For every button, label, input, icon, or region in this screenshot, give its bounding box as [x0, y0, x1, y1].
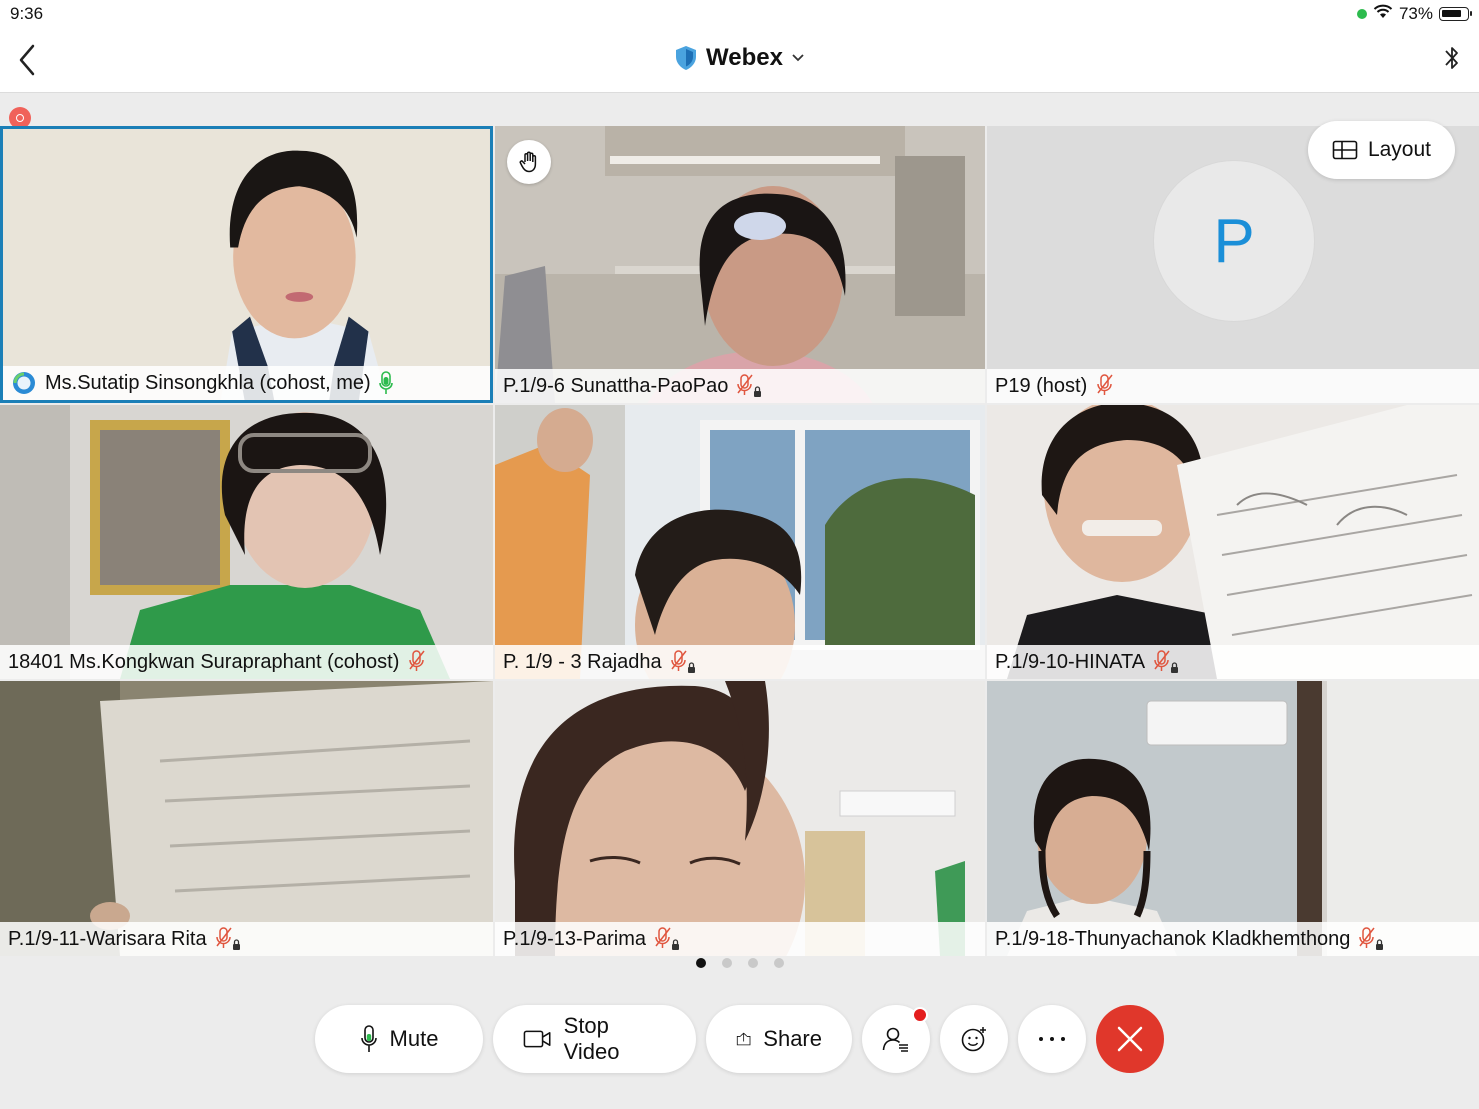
smiley-add-icon — [961, 1027, 986, 1052]
participant-video — [0, 681, 493, 956]
video-camera-icon — [523, 1030, 551, 1048]
participant-label: Ms.Sutatip Sinsongkhla (cohost, me) — [3, 366, 490, 400]
participant-name: P.1/9-13-Parima — [503, 927, 647, 950]
page-indicator[interactable] — [0, 958, 1479, 968]
participant-video — [3, 129, 490, 400]
clock: 9:36 — [10, 4, 44, 23]
participant-name: P.1/9-10-HINATA — [995, 650, 1146, 673]
microphone-muted-locked-icon — [736, 373, 762, 399]
share-button[interactable]: Share — [706, 1005, 852, 1073]
close-icon — [1117, 1026, 1143, 1052]
chevron-down-icon — [792, 54, 804, 62]
participants-button[interactable] — [862, 1005, 930, 1073]
grid-layout-icon — [1332, 140, 1358, 160]
video-tile[interactable]: P.1/9-13-Parima — [495, 681, 985, 956]
microphone-muted-locked-icon — [215, 926, 241, 952]
participant-video — [987, 405, 1479, 679]
video-tile-self[interactable]: Ms.Sutatip Sinsongkhla (cohost, me) — [0, 126, 493, 403]
layout-button[interactable]: Layout — [1307, 121, 1455, 179]
participant-label: P. 1/9 - 3 Rajadha — [495, 645, 985, 679]
status-indicators: 73% — [1356, 4, 1472, 24]
page-dot[interactable] — [773, 958, 784, 968]
microphone-muted-locked-icon — [670, 649, 696, 675]
microphone-muted-locked-icon — [654, 926, 680, 952]
participant-label: P19 (host) — [987, 369, 1479, 403]
microphone-icon — [360, 1025, 377, 1052]
participant-label: 18401 Ms.Kongkwan Surapraphant (cohost) — [0, 645, 493, 679]
video-tile[interactable]: P. 1/9 - 3 Rajadha — [495, 405, 985, 679]
stop-video-button[interactable]: Stop Video — [493, 1005, 696, 1073]
status-bar: 9:36 73% — [0, 0, 1479, 28]
bluetooth-icon[interactable] — [1443, 42, 1461, 79]
mute-button[interactable]: Mute — [315, 1005, 483, 1073]
notification-badge — [912, 1007, 928, 1023]
page-dot[interactable] — [721, 958, 732, 968]
participant-name: Ms.Sutatip Sinsongkhla (cohost, me) — [45, 371, 371, 394]
participant-name: P. 1/9 - 3 Rajadha — [503, 650, 662, 673]
microphone-active-icon — [378, 371, 393, 394]
wifi-icon — [1373, 4, 1393, 24]
mic-in-use-indicator — [1356, 9, 1367, 19]
more-ellipsis-icon — [1039, 1037, 1065, 1041]
participant-label: P.1/9-6 Sunattha-PaoPao — [495, 369, 985, 403]
participant-name: P.1/9-11-Warisara Rita — [8, 927, 207, 950]
share-button-label: Share — [763, 1026, 822, 1051]
microphone-muted-locked-icon — [1153, 649, 1179, 675]
shield-icon — [676, 46, 697, 70]
battery-icon — [1439, 7, 1472, 21]
participant-label: P.1/9-10-HINATA — [987, 645, 1479, 679]
video-tile[interactable]: P.1/9-6 Sunattha-PaoPao — [495, 126, 985, 403]
layout-button-label: Layout — [1367, 138, 1431, 161]
participant-video — [987, 681, 1479, 956]
participants-icon — [882, 1027, 908, 1052]
microphone-muted-icon — [1095, 373, 1115, 399]
battery-percent: 73% — [1398, 4, 1433, 23]
microphone-muted-locked-icon — [1358, 926, 1384, 952]
participant-video — [495, 126, 985, 403]
page-title: Webex — [706, 44, 783, 71]
video-tile[interactable]: 18401 Ms.Kongkwan Surapraphant (cohost) — [0, 405, 493, 679]
participant-label: P.1/9-13-Parima — [495, 922, 985, 956]
participant-label: P.1/9-18-Thunyachanok Kladkhemthong — [987, 922, 1479, 956]
video-tile[interactable]: P.1/9-11-Warisara Rita — [0, 681, 493, 956]
microphone-muted-icon — [407, 649, 427, 675]
page-dot[interactable] — [747, 958, 758, 968]
more-options-button[interactable] — [1018, 1005, 1086, 1073]
participant-name: 18401 Ms.Kongkwan Surapraphant (cohost) — [8, 650, 400, 673]
participant-video — [495, 681, 985, 956]
meeting-controls: Mute Stop Video Share — [0, 1005, 1479, 1075]
raised-hand-icon — [507, 140, 551, 184]
nav-bar: Webex — [0, 28, 1479, 93]
participant-name: P19 (host) — [995, 374, 1088, 397]
mute-button-label: Mute — [389, 1026, 439, 1051]
end-call-button[interactable] — [1096, 1005, 1164, 1073]
participant-name: P.1/9-6 Sunattha-PaoPao — [503, 374, 729, 397]
participant-name: P.1/9-18-Thunyachanok Kladkhemthong — [995, 927, 1351, 950]
stop-video-button-label: Stop Video — [563, 1013, 620, 1064]
participant-label: P.1/9-11-Warisara Rita — [0, 922, 493, 956]
participant-video — [0, 405, 493, 679]
reactions-button[interactable] — [940, 1005, 1008, 1073]
participant-video — [495, 405, 985, 679]
webex-avatar-icon — [13, 372, 35, 394]
video-grid: Ms.Sutatip Sinsongkhla (cohost, me) P.1/… — [0, 121, 1479, 956]
meeting-title-menu[interactable]: Webex — [0, 44, 1479, 72]
video-tile[interactable]: P.1/9-18-Thunyachanok Kladkhemthong — [987, 681, 1479, 956]
page-dot-active[interactable] — [695, 958, 706, 968]
share-upload-icon — [736, 1032, 751, 1046]
video-tile[interactable]: P.1/9-10-HINATA — [987, 405, 1479, 679]
avatar: P — [1153, 160, 1315, 322]
